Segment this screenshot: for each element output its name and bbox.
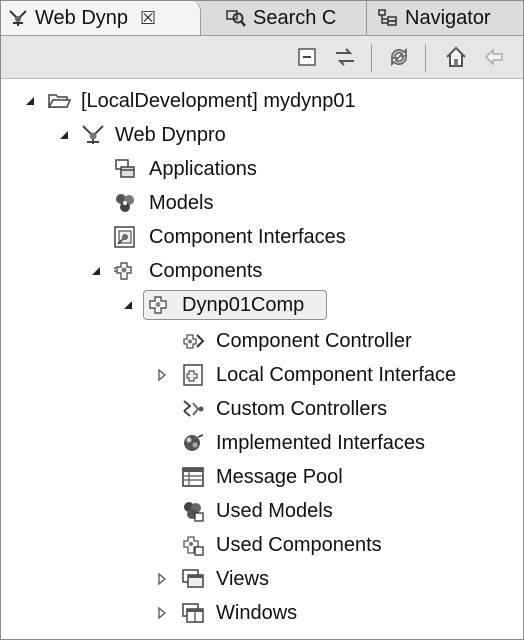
home-icon: [446, 46, 466, 67]
tree-item-windows[interactable]: Windows: [1, 597, 523, 629]
tab-search[interactable]: Search C: [215, 1, 367, 35]
project-tree: [LocalDevelopment] mydynp01 Web Dynpro A…: [1, 79, 523, 639]
tree-item-applications[interactable]: Applications: [1, 153, 523, 185]
tree-item-label: Dynp01Comp: [182, 294, 305, 316]
windows-icon: [182, 603, 204, 623]
back-button[interactable]: [481, 44, 507, 70]
used-models-icon: [184, 502, 204, 522]
expanded-twisty-icon[interactable]: [121, 298, 135, 312]
tree-item-label: Local Component Interface: [216, 364, 457, 386]
local-component-interface-icon: [183, 364, 203, 386]
expanded-twisty-icon[interactable]: [89, 264, 103, 278]
implemented-interfaces-icon: [184, 434, 204, 451]
sync-icon: [391, 47, 407, 67]
tree-item-label: Used Models: [216, 500, 333, 522]
back-icon: [484, 48, 503, 66]
tab-label: Navigator: [405, 6, 491, 29]
used-components-icon: [183, 536, 204, 556]
models-icon: [116, 194, 134, 212]
custom-controllers-icon: [183, 400, 204, 417]
components-icon: [114, 262, 132, 280]
tree-item-label: Models: [149, 192, 214, 214]
tree-item-implemented-interfaces[interactable]: Implemented Interfaces: [1, 427, 523, 459]
web-dynpro-icon: [82, 125, 104, 144]
message-pool-icon: [182, 467, 204, 487]
applications-icon: [115, 159, 135, 178]
sync-button[interactable]: [386, 44, 412, 70]
tree-item-views[interactable]: Views: [1, 563, 523, 595]
tree-item-component-interfaces[interactable]: Component Interfaces: [1, 221, 523, 253]
tree-item-label: Components: [149, 260, 263, 282]
home-button[interactable]: [443, 44, 469, 70]
tree-item-label: Applications: [149, 158, 257, 180]
views-icon: [182, 569, 204, 588]
component-controller-icon: [183, 334, 205, 349]
tree-item-used-components[interactable]: Used Components: [1, 529, 523, 561]
collapse-all-button[interactable]: [294, 44, 320, 70]
tree-item-dynp01comp[interactable]: Dynp01Comp: [1, 289, 523, 321]
component-interfaces-icon: [114, 226, 135, 248]
collapsed-twisty-icon[interactable]: [155, 606, 169, 620]
tree-item-used-models[interactable]: Used Models: [1, 495, 523, 527]
view-tab-bar: Web Dynp ☒ Search C Navigator: [1, 1, 523, 36]
tree-item-label: Component Interfaces: [149, 226, 346, 248]
tree-item-label: Component Controller: [216, 330, 412, 352]
tree-item-component-controller[interactable]: Component Controller: [1, 325, 523, 357]
web-dynpro-explorer-panel: Web Dynp ☒ Search C Navigator [LocalDeve…: [0, 0, 524, 640]
component-icon: [149, 296, 167, 314]
tab-navigator[interactable]: Navigator: [371, 1, 523, 35]
tab-label: Search C: [253, 6, 337, 29]
tree-item-label: Custom Controllers: [216, 398, 388, 420]
tree-item-web-dynpro[interactable]: Web Dynpro: [1, 119, 523, 151]
web-dynpro-icon: [9, 10, 27, 26]
search-icon: [226, 10, 246, 27]
tree-item-project[interactable]: [LocalDevelopment] mydynp01: [1, 85, 523, 117]
tree-item-local-component-interface[interactable]: Local Component Interface: [1, 359, 523, 391]
tree-item-custom-controllers[interactable]: Custom Controllers: [1, 393, 523, 425]
tree-item-components[interactable]: Components: [1, 255, 523, 287]
link-with-editor-icon: [336, 48, 354, 66]
tree-item-label: Used Components: [216, 534, 382, 556]
tab-web-dynpro[interactable]: Web Dynp ☒: [1, 1, 201, 35]
expanded-twisty-icon[interactable]: [57, 128, 71, 142]
collapsed-twisty-icon[interactable]: [155, 572, 169, 586]
collapse-all-icon: [298, 48, 316, 66]
tree-item-label: [LocalDevelopment] mydynp01: [81, 90, 356, 112]
tree-item-label: Message Pool: [216, 466, 343, 488]
link-with-editor-button[interactable]: [332, 44, 358, 70]
navigator-icon: [378, 9, 397, 26]
project-folder-icon: [47, 94, 71, 108]
close-icon[interactable]: ☒: [140, 8, 156, 29]
tree-item-label: Views: [216, 568, 269, 590]
view-toolbar: [1, 36, 523, 79]
collapsed-twisty-icon[interactable]: [155, 368, 169, 382]
expanded-twisty-icon[interactable]: [23, 94, 37, 108]
tree-item-models[interactable]: Models: [1, 187, 523, 219]
tree-item-message-pool[interactable]: Message Pool: [1, 461, 523, 493]
tab-label: Web Dynp: [35, 6, 129, 29]
tree-item-label: Windows: [216, 602, 298, 624]
tree-item-label: Implemented Interfaces: [216, 432, 425, 454]
tree-item-label: Web Dynpro: [115, 124, 226, 146]
